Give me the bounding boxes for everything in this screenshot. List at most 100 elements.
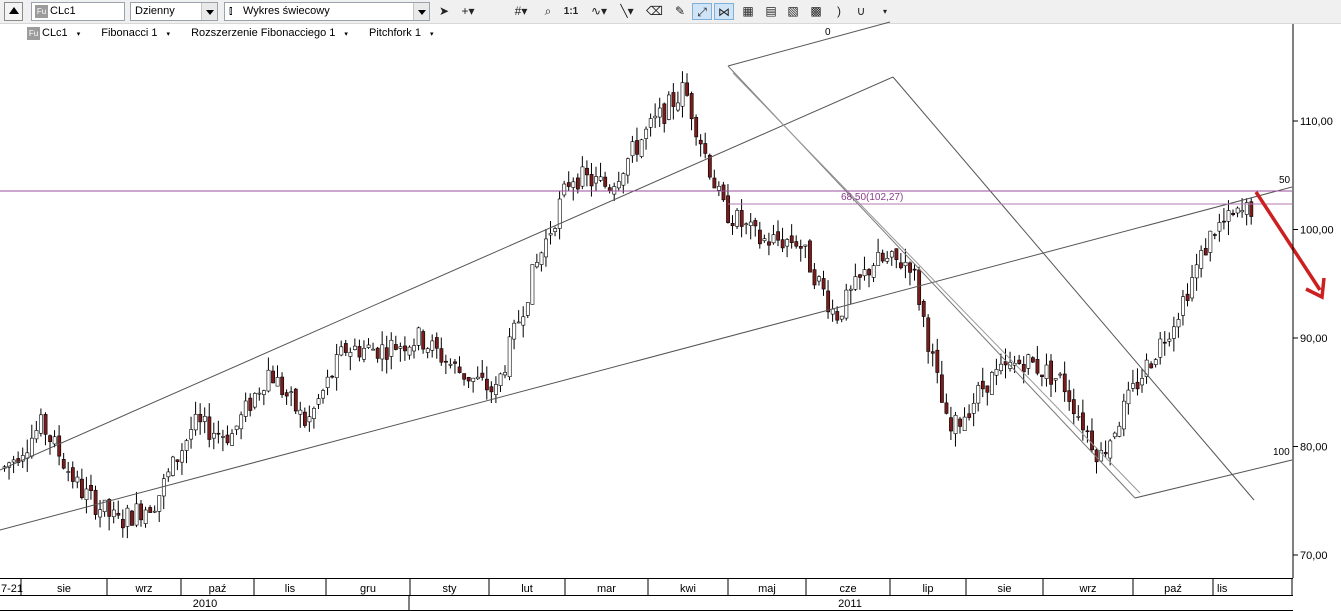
candle-body xyxy=(671,92,676,107)
candle-body xyxy=(39,414,43,434)
candle-body xyxy=(639,139,644,157)
candle-body xyxy=(11,459,16,463)
candle-body xyxy=(434,337,439,349)
candle-body xyxy=(412,345,417,352)
candle-body xyxy=(1053,378,1058,381)
candle-body xyxy=(1017,359,1022,364)
candle-body xyxy=(312,408,316,419)
candle-body xyxy=(1235,207,1240,214)
candle-body xyxy=(29,437,34,457)
candle-body xyxy=(817,276,821,282)
fib-top-line[interactable] xyxy=(727,21,891,67)
candle-body xyxy=(230,433,235,446)
candle-body xyxy=(757,229,762,245)
candle-body xyxy=(107,499,112,517)
candle-body xyxy=(353,345,357,350)
candle-body xyxy=(339,346,344,356)
candle-body xyxy=(585,167,589,176)
candle-body xyxy=(785,239,790,247)
candle-body xyxy=(161,478,166,497)
candle-body xyxy=(1158,338,1163,358)
candle-body xyxy=(1194,264,1199,279)
fib-diagonal-line-2[interactable] xyxy=(732,72,1141,494)
candle-body xyxy=(776,231,781,241)
pitchfork-lower-line[interactable] xyxy=(1134,459,1293,499)
candle-body xyxy=(166,471,171,478)
candle-body xyxy=(1199,250,1204,269)
candle-body xyxy=(717,185,721,191)
candle-body xyxy=(430,340,435,351)
month-label: kwi xyxy=(680,583,696,595)
fib-label-0: 0 xyxy=(825,27,831,38)
candle-body xyxy=(1062,373,1067,393)
candle-body xyxy=(780,239,785,249)
month-label: lut xyxy=(521,583,533,595)
candle-body xyxy=(830,308,835,315)
candle-body xyxy=(421,331,426,350)
candle-body xyxy=(221,436,225,438)
candle-body xyxy=(562,183,567,196)
candle-body xyxy=(239,414,244,430)
candle-body xyxy=(34,430,39,440)
candle-body xyxy=(930,351,935,354)
candle-body xyxy=(858,274,862,278)
candle-body xyxy=(371,348,376,351)
candle-body xyxy=(321,390,326,399)
candle-body xyxy=(1085,430,1090,433)
candle-body xyxy=(234,425,239,430)
candle-body xyxy=(516,321,521,324)
candle-body xyxy=(1226,210,1231,222)
candle-body xyxy=(621,173,626,186)
candle-body xyxy=(384,347,389,360)
candle-body xyxy=(1217,222,1222,232)
fib-level-label: 68,50(102,27) xyxy=(841,192,903,203)
candle-body xyxy=(525,302,530,316)
candle-body xyxy=(598,176,603,181)
candle-body xyxy=(712,177,717,189)
candle-body xyxy=(494,384,498,396)
candle-body xyxy=(880,252,885,262)
candle-body xyxy=(853,276,858,290)
candle-body xyxy=(826,290,831,313)
pitchfork-handle-line[interactable] xyxy=(892,76,1255,501)
y-tick-label: 100,00 xyxy=(1300,225,1334,237)
candle-body xyxy=(448,363,453,366)
candle-body xyxy=(157,495,162,512)
candle-body xyxy=(894,248,899,260)
candle-body xyxy=(935,349,940,373)
month-label: wrz xyxy=(134,583,152,595)
candle-body xyxy=(1185,293,1190,301)
candle-body xyxy=(1153,359,1158,365)
candle-body xyxy=(903,261,908,267)
candle-body xyxy=(343,343,348,353)
candle-body xyxy=(1203,248,1208,256)
candle-body xyxy=(926,317,931,352)
candle-body xyxy=(1162,341,1167,344)
candle-body xyxy=(839,315,844,320)
candle-body xyxy=(539,252,544,265)
candle-body xyxy=(980,380,985,390)
candle-body xyxy=(821,278,826,290)
month-label: sie xyxy=(997,583,1011,595)
candle-body xyxy=(653,115,658,119)
candle-body xyxy=(184,440,189,451)
candle-body xyxy=(357,346,362,358)
candles xyxy=(2,71,1254,539)
candle-body xyxy=(475,376,480,380)
channel-lower-line[interactable] xyxy=(0,186,1293,531)
candle-body xyxy=(1058,373,1063,376)
candle-body xyxy=(393,344,398,350)
candle-body xyxy=(917,269,922,305)
candle-body xyxy=(407,346,412,356)
candle-body xyxy=(1044,364,1049,379)
candle-body xyxy=(125,507,130,527)
month-label: 7-21 xyxy=(1,583,23,595)
candle-body xyxy=(1126,389,1131,405)
candle-body xyxy=(216,432,221,435)
candle-body xyxy=(949,417,953,432)
price-chart[interactable]: 68,50(102,27) 0 50 100 110,00 100,00 90,00… xyxy=(0,0,1341,611)
candle-body xyxy=(1021,364,1026,373)
candle-body xyxy=(275,377,280,387)
candle-body xyxy=(1172,326,1176,339)
candle-body xyxy=(512,322,517,340)
